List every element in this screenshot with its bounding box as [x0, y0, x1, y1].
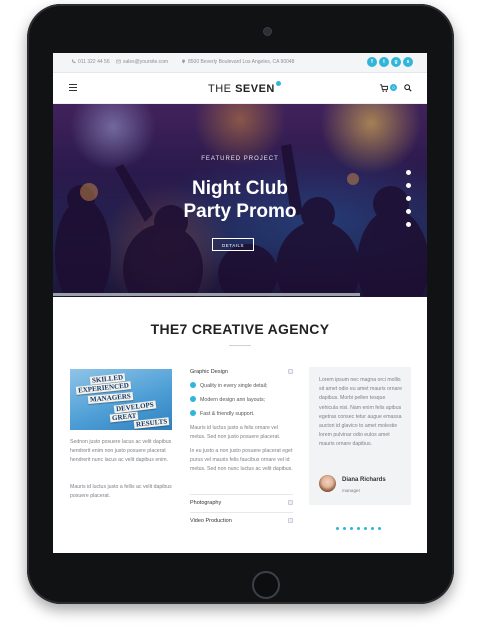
- accordion-title: Photography: [190, 500, 222, 506]
- accordion-toggle-icon[interactable]: [288, 369, 293, 374]
- email-text: sales@yoursite.com: [123, 59, 169, 65]
- testimonial-dot[interactable]: [336, 527, 339, 530]
- accordion-divider: [190, 494, 293, 495]
- phone-info: 011 322 44 56: [71, 59, 110, 65]
- testimonial-dot[interactable]: [350, 527, 353, 530]
- accordion-video-production[interactable]: Video Production: [190, 518, 293, 524]
- twitter-icon[interactable]: t: [379, 57, 389, 67]
- left-paragraph-1: Sednon justo posuere lacus ac velit dapi…: [70, 439, 172, 464]
- hero-title-line-1: Night Club: [191, 178, 289, 199]
- slider-progress-bar: [53, 293, 360, 296]
- phone-text: 011 322 44 56: [78, 59, 110, 65]
- logo-dot-icon: [275, 81, 281, 86]
- testimonial-text: Lorem ipsum nec magna orci mollis sit am…: [319, 377, 403, 448]
- location-pin-icon: [182, 59, 185, 64]
- hamburger-menu-icon[interactable]: [69, 84, 77, 91]
- accordion-photography[interactable]: Photography: [190, 500, 293, 506]
- slider-pagination: [406, 170, 411, 235]
- hero-eyebrow: FEATURED PROJECT: [201, 156, 279, 162]
- accordion-graphic-design[interactable]: Graphic Design: [190, 369, 293, 375]
- logo-text-seven: SEVEN: [235, 83, 275, 95]
- testimonial-name: Diana Richards: [342, 477, 386, 483]
- testimonial-dot[interactable]: [343, 527, 346, 530]
- details-button[interactable]: DETAILS: [212, 238, 254, 251]
- accordion-title: Video Production: [190, 518, 232, 524]
- arrow-circle-icon: [190, 410, 196, 416]
- feature-bullet: Modern design ann layouts;: [190, 396, 265, 403]
- section-title: THE7 CREATIVE AGENCY: [150, 321, 330, 337]
- skills-image: SKILLED EXPERIENCED MANAGERS DEVELOPS GR…: [70, 369, 172, 430]
- mid-paragraph-2: In eu justo a non justo posuere placerat…: [190, 448, 293, 473]
- testimonial-dot[interactable]: [357, 527, 360, 530]
- accordion-toggle-icon[interactable]: [288, 518, 293, 523]
- slide-dot[interactable]: [406, 183, 411, 188]
- feature-bullet-text: Quality in every single detail;: [200, 383, 268, 389]
- testimonial-role: manager: [342, 488, 361, 493]
- home-button[interactable]: [252, 571, 280, 599]
- camera-icon: [263, 27, 272, 36]
- top-info-bar: 011 322 44 56 sales@yoursite.com 8500 Be…: [53, 53, 427, 73]
- feature-bullet-text: Fast & friendly support.: [200, 411, 255, 417]
- cart-count-badge: 0: [390, 84, 397, 91]
- testimonial-pagination: [336, 517, 385, 535]
- slide-dot[interactable]: [406, 196, 411, 201]
- accordion-divider: [190, 512, 293, 513]
- hero-title: Night Club Party Promo: [53, 177, 427, 223]
- avatar: [319, 475, 336, 492]
- website-screen: 011 322 44 56 sales@yoursite.com 8500 Be…: [53, 53, 427, 553]
- testimonial-box: Lorem ipsum nec magna orci mollis sit am…: [309, 367, 411, 505]
- feature-bullet-text: Modern design ann layouts;: [200, 397, 266, 403]
- feature-bullet: Quality in every single detail;: [190, 382, 267, 389]
- accordion-toggle-icon[interactable]: [288, 500, 293, 505]
- mail-icon: [116, 59, 121, 64]
- phone-icon: [71, 59, 76, 64]
- arrow-circle-icon: [190, 396, 196, 402]
- testimonial-dot[interactable]: [364, 527, 367, 530]
- logo-text-the: THE: [208, 83, 236, 95]
- address-text: 8500 Beverly Boulevard Los Angeles, CA 9…: [188, 59, 295, 65]
- accordion-title: Graphic Design: [190, 369, 228, 375]
- hero-title-line-2: Party Promo: [183, 201, 297, 222]
- left-paragraph-2: Mauris id luctus justo a fellis ac velit…: [70, 484, 172, 500]
- feature-bullet: Fast & friendly support.: [190, 410, 254, 417]
- hero-slider[interactable]: FEATURED PROJECT Night Club Party Promo …: [53, 104, 427, 297]
- slide-dot[interactable]: [406, 170, 411, 175]
- facebook-icon[interactable]: f: [367, 57, 377, 67]
- slide-dot[interactable]: [406, 209, 411, 214]
- testimonial-dot[interactable]: [371, 527, 374, 530]
- cart-icon[interactable]: [380, 84, 388, 92]
- search-icon[interactable]: [404, 84, 412, 92]
- title-divider: [229, 345, 251, 346]
- site-header: THE SEVEN 0: [53, 73, 427, 104]
- slide-dot[interactable]: [406, 222, 411, 227]
- arrow-circle-icon: [190, 382, 196, 388]
- testimonial-dot[interactable]: [378, 527, 381, 530]
- mid-paragraph-1: Mauris id luctus justo a felis ornare ve…: [190, 425, 281, 441]
- image-word: MANAGERS: [87, 392, 134, 404]
- email-info[interactable]: sales@yoursite.com: [116, 59, 168, 65]
- image-word: RESULTS: [133, 417, 170, 429]
- site-logo[interactable]: THE SEVEN: [208, 81, 281, 95]
- address-info: 8500 Beverly Boulevard Los Angeles, CA 9…: [181, 59, 294, 65]
- skype-icon[interactable]: s: [403, 57, 413, 67]
- google-plus-icon[interactable]: g: [391, 57, 401, 67]
